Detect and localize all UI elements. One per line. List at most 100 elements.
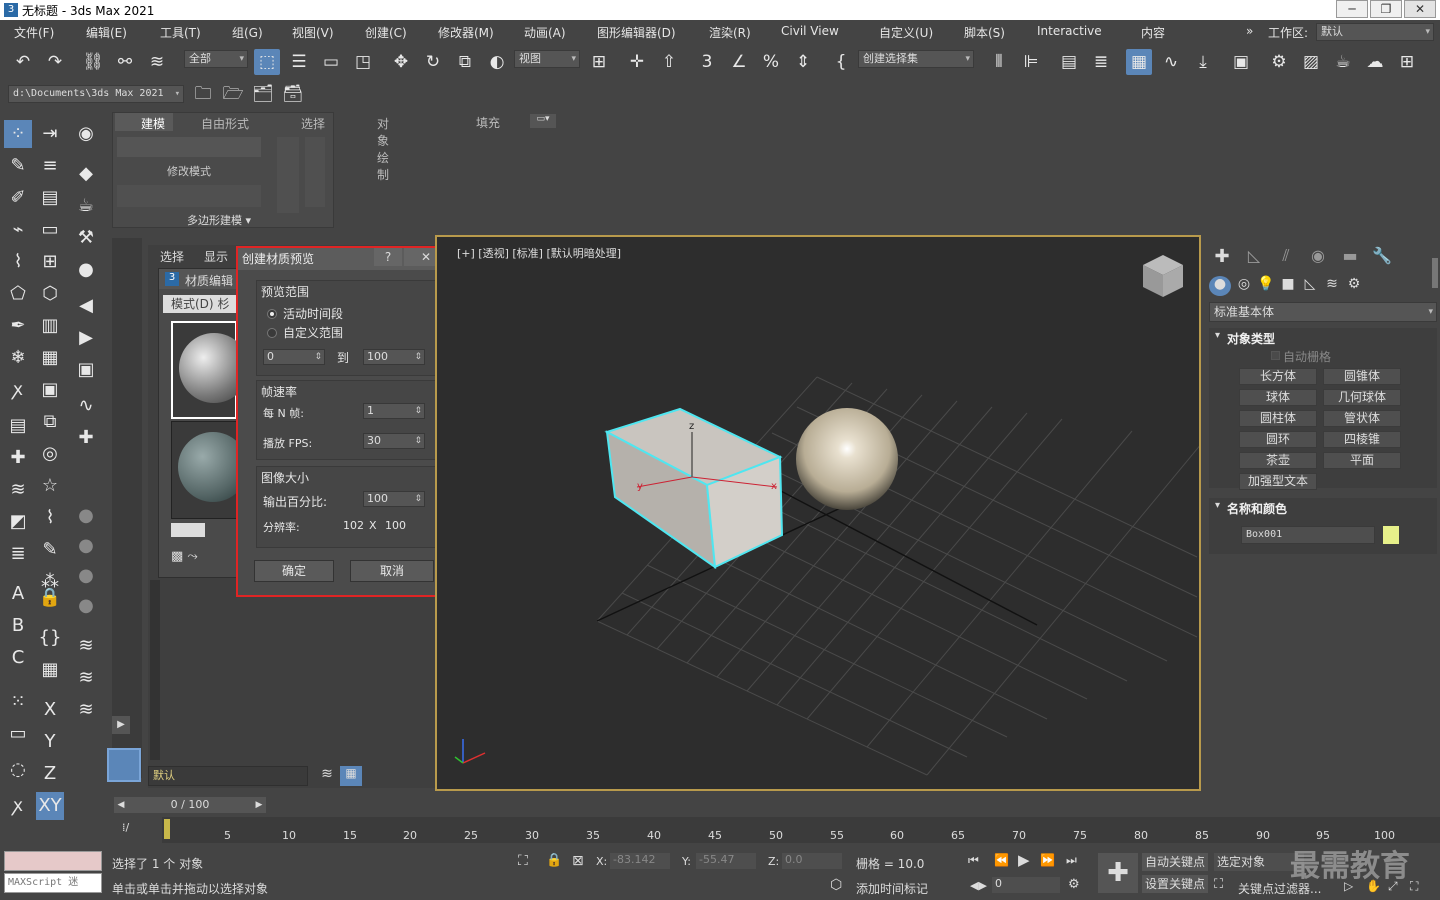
scene-tab-display[interactable]: 显示 [204,248,228,265]
select-icon[interactable]: ⁘ [4,120,32,148]
axis-x-icon[interactable]: X [36,696,64,724]
category-dropdown[interactable]: 标准基本体 [1209,302,1437,322]
menu-scripting[interactable]: 脚本(S) [964,24,1005,41]
plane-button[interactable]: 平面 [1323,452,1401,469]
stack-icon[interactable]: ≋ [4,476,32,504]
play-icon[interactable]: ▶ [1018,851,1030,869]
create-tab-icon[interactable]: ✚ [1209,246,1235,268]
expand-arrow-icon[interactable]: ▶ [112,716,130,734]
dot2-icon[interactable]: ● [72,532,100,560]
align-icon[interactable]: ⊫ [1018,49,1044,75]
active-segment-label[interactable]: 活动时间段 [283,305,343,322]
cylinder-button[interactable]: 圆柱体 [1239,410,1317,427]
nav-maximize-icon[interactable]: ⛶ [1410,879,1418,894]
cameras-icon[interactable]: ■ [1277,276,1299,296]
ball-icon[interactable]: ● [72,256,100,284]
render-cloud-icon[interactable]: ☁ [1362,49,1388,75]
axis-xy-icon[interactable]: XY [36,792,64,820]
selection-lock-icon[interactable]: 🔒 [546,853,562,868]
tube-button[interactable]: 管状体 [1323,410,1401,427]
render-iterative-icon[interactable]: ⊞ [1394,49,1420,75]
material-editor-icon[interactable]: ▣ [1228,49,1254,75]
calendar-icon[interactable]: ▦ [36,656,64,684]
keyboard-shortcut-icon[interactable]: ⇧ [656,49,682,75]
ribbon-tab-freeform[interactable]: 自由形式 [201,115,249,132]
menu-views[interactable]: 视图(V) [292,24,334,41]
select-object-icon[interactable]: ⬚ [254,49,280,75]
viewcube-icon[interactable] [1143,255,1183,297]
ref-coord-dropdown[interactable]: 视图 [514,50,580,68]
redo-icon[interactable]: ↷ [42,49,68,75]
nav-walk-icon[interactable]: ⤢ [1388,879,1398,894]
mat-slot-2[interactable] [171,421,248,519]
mat-hscroll[interactable] [171,523,205,537]
scene-explorer-icon[interactable]: ▤ [1056,49,1082,75]
camera-grid-icon[interactable]: ⊞ [36,248,64,276]
ribbon-tab-modeling[interactable]: 建模 [141,115,165,132]
every-n-spinner[interactable]: 1 [363,403,425,419]
helpers-icon[interactable]: ◺ [1299,276,1321,296]
absolute-mode-icon[interactable]: ⊠ [572,853,584,869]
dot4-icon[interactable]: ● [72,592,100,620]
scale-icon[interactable]: ⧉ [452,49,478,75]
layers3-icon[interactable]: ≋ [72,664,100,692]
schematic-icon[interactable]: ⤓ [1190,49,1216,75]
edit-named-sel-icon[interactable]: { [828,49,854,75]
braces-icon[interactable]: {} [36,624,64,652]
fps-spinner[interactable]: 30 [363,433,425,449]
ok-button[interactable]: 确定 [254,560,334,582]
systems-icon[interactable]: ⚙ [1343,276,1365,296]
menu-tools[interactable]: 工具(T) [160,24,201,41]
rotate-icon[interactable]: ↻ [420,49,446,75]
current-frame-field[interactable]: 0 [992,877,1060,893]
axis-y-icon[interactable]: Y [36,728,64,756]
snap-3d-icon[interactable]: 3 [694,49,720,75]
render-icon[interactable]: ☕ [1330,49,1356,75]
object-color-swatch[interactable] [1383,526,1399,544]
minimize-button[interactable]: ─ [1336,0,1368,18]
pivot-center-icon[interactable]: ⊞ [586,49,612,75]
ribbon-side-tools[interactable] [277,137,299,213]
teapot-icon[interactable]: ☕ [72,192,100,220]
dot1-icon[interactable]: ● [72,502,100,530]
name-rollout-collapse-icon[interactable]: ▾ [1215,500,1220,511]
time-slider[interactable]: 0 / 100 [128,797,252,813]
dialog-help-button[interactable]: ? [374,248,402,266]
frame-icon[interactable]: ▭ [36,216,64,244]
manipulate-icon[interactable]: ✛ [624,49,650,75]
name-color-title[interactable]: 名称和颜色 [1227,500,1287,517]
layer-stack-icon[interactable]: ≋ [316,766,338,786]
import-icon[interactable]: ⇥ [36,120,64,148]
unlink-icon[interactable]: ⚯ [112,49,138,75]
text-c-icon[interactable]: C [4,644,32,672]
hierarchy-icon[interactable]: ⧉ [36,408,64,436]
layers4-icon[interactable]: ≋ [72,696,100,724]
torus-button[interactable]: 圆环 [1239,431,1317,448]
menu-customize[interactable]: 自定义(U) [879,24,933,41]
undo-icon[interactable]: ↶ [10,49,36,75]
layer-dropdown[interactable]: 默认 [148,766,308,786]
object-name-field[interactable]: Box001 [1241,526,1375,544]
menu-overflow[interactable]: » [1246,24,1253,38]
maximize-button[interactable]: ❐ [1370,0,1402,18]
custom-range-label[interactable]: 自定义范围 [283,324,343,341]
panel2-icon[interactable]: ▦ [36,344,64,372]
cone-button[interactable]: 圆锥体 [1323,368,1401,385]
grid-a-icon[interactable]: ⁙ [4,688,32,716]
box-button[interactable]: 长方体 [1239,368,1317,385]
play-left-icon[interactable]: ◀ [72,292,100,320]
poly-icon[interactable]: ⬠ [4,280,32,308]
maxscript-input[interactable]: MAXScript 迷 [4,873,102,893]
motion-tab-icon[interactable]: ◉ [1305,246,1331,268]
add-time-tag[interactable]: 添加时间标记 [856,880,928,897]
y-coord-field[interactable]: -55.47 [696,853,756,869]
mat-menu-material[interactable]: 杉 [217,297,229,311]
time-slider-prev-icon[interactable]: ◀ [114,797,128,813]
spacewarps-icon[interactable]: ≋ [1321,276,1343,296]
menu-civil-view[interactable]: Civil View [781,24,839,38]
paint-select-icon[interactable]: ✐ [4,184,32,212]
nav-orbit-icon[interactable]: ▷ [1344,879,1353,893]
angle-snap-icon[interactable]: ∠ [726,49,752,75]
play-right-icon[interactable]: ▶ [72,324,100,352]
viewport-layout-icon[interactable] [107,748,141,782]
